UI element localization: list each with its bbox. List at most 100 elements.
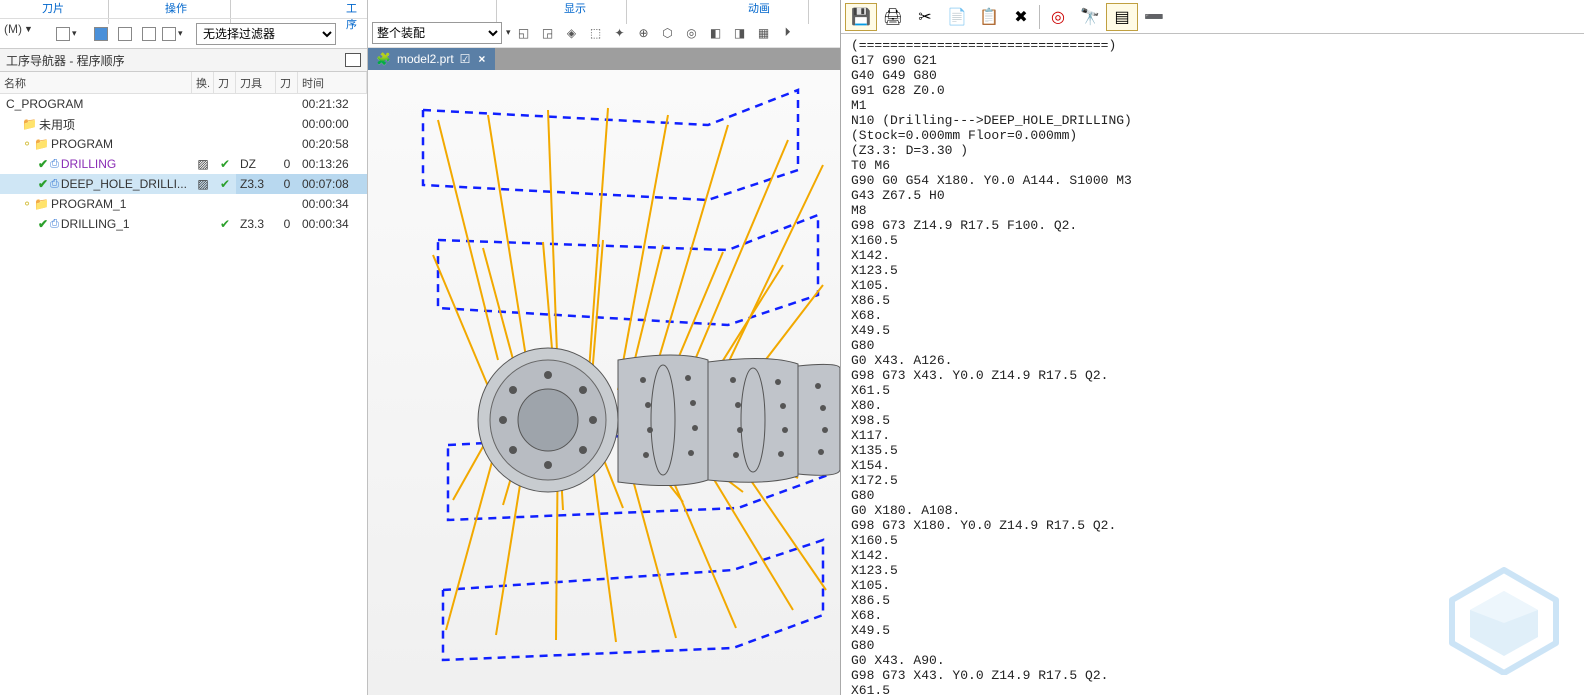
vp-icon-11[interactable]: ▦: [753, 22, 775, 44]
minimize-icon[interactable]: ➖: [1138, 3, 1170, 31]
editor-icon[interactable]: ▤: [1106, 3, 1138, 31]
col-tool2[interactable]: 刀: [276, 72, 298, 93]
tree-cell: ✔: [214, 174, 236, 194]
vp-icon-2[interactable]: ◲: [537, 22, 559, 44]
viewport-tab-bar: 🧩 model2.prt ☑ ×: [368, 48, 840, 70]
copy-icon[interactable]: 📄: [941, 3, 973, 31]
tree-cell: [236, 94, 276, 114]
save-icon[interactable]: 💾: [845, 3, 877, 31]
viewport-tab-model2[interactable]: 🧩 model2.prt ☑ ×: [368, 48, 495, 70]
viewport-3d[interactable]: [368, 70, 840, 695]
assembly-caret-icon: ▾: [506, 27, 511, 38]
tab-close-icon[interactable]: ×: [476, 52, 487, 66]
tree-row[interactable]: ✔⎙DRILLING_1 ✔Z3.3000:00:34: [0, 214, 367, 234]
vp-icon-12[interactable]: ⏵: [777, 22, 799, 44]
tree-cell: DZ: [236, 154, 276, 174]
vp-icon-7[interactable]: ⬡: [657, 22, 679, 44]
ribbon-tab-display[interactable]: 显示: [564, 0, 586, 16]
tree-name-cell: ✔⎙DRILLING: [0, 154, 192, 174]
tree-cell: [192, 214, 214, 234]
navigator-title: 工序导航器 - 程序顺序: [6, 52, 125, 69]
tree-name-cell: ✔⎙DEEP_HOLE_DRILLI...: [0, 174, 192, 194]
tree-row[interactable]: 📁未用项00:00:00: [0, 114, 367, 134]
tab-label: model2.prt: [397, 52, 454, 66]
tree-header: 名称 换. 刀 刀具 刀 时间: [0, 72, 367, 94]
tree-cell: 00:21:32: [298, 94, 367, 114]
tree-cell: 0: [276, 154, 298, 174]
tree-cell: 00:00:34: [298, 214, 367, 234]
cut-icon[interactable]: ✂: [909, 3, 941, 31]
pane-menu-icon[interactable]: [345, 53, 361, 67]
tree-cell: [192, 194, 214, 214]
vp-icon-8[interactable]: ◎: [681, 22, 703, 44]
center-ribbon-labels: 显示 动画: [368, 0, 840, 16]
toolbar-icon-4[interactable]: [138, 23, 160, 45]
vp-icon-3[interactable]: ◈: [561, 22, 583, 44]
tree-row[interactable]: ✔⎙DEEP_HOLE_DRILLI...▨✔Z3.3000:07:08: [0, 174, 367, 194]
tree-cell: 00:13:26: [298, 154, 367, 174]
ribbon-tab-tool[interactable]: 刀片: [42, 0, 64, 16]
tree-row[interactable]: ⚬📁PROGRAM_100:00:34: [0, 194, 367, 214]
center-pane: 显示 动画 整个装配 ▾ ◱ ◲ ◈ ⬚ ✦ ⊕ ⬡ ◎ ◧ ◨ ▦ ⏵ 🧩 m…: [368, 0, 840, 695]
vp-icon-4[interactable]: ⬚: [585, 22, 607, 44]
target-icon[interactable]: ◎: [1042, 3, 1074, 31]
col-time[interactable]: 时间: [298, 72, 367, 93]
col-tool[interactable]: 刀具: [236, 72, 276, 93]
tree-cell: 0: [276, 174, 298, 194]
vp-icon-1[interactable]: ◱: [513, 22, 535, 44]
toolbar-icon-5[interactable]: ▾: [162, 23, 194, 45]
tree-cell: [276, 194, 298, 214]
vp-icon-5[interactable]: ✦: [609, 22, 631, 44]
tree-cell: [214, 194, 236, 214]
vp-icon-10[interactable]: ◨: [729, 22, 751, 44]
filter-select[interactable]: 无选择过滤器: [196, 23, 336, 45]
col-tool-sym[interactable]: 刀: [214, 72, 236, 93]
tree-cell: [236, 134, 276, 154]
tree-cell: [276, 114, 298, 134]
tree-name-cell: ✔⎙DRILLING_1: [0, 214, 192, 234]
program-navigator-pane: 刀片 操作 工序 (M) ▼ ▾ ▾ 无选择过滤器 工序导航器 - 程序顺序 名…: [0, 0, 368, 695]
tree-cell: 00:00:00: [298, 114, 367, 134]
tree-cell: 00:07:08: [298, 174, 367, 194]
tree-cell: 0: [276, 214, 298, 234]
vp-icon-9[interactable]: ◧: [705, 22, 727, 44]
ribbon-tab-ops[interactable]: 操作: [165, 0, 187, 16]
tree-row[interactable]: ⚬📁PROGRAM00:20:58: [0, 134, 367, 154]
col-name[interactable]: 名称: [0, 72, 192, 93]
tree-name-cell: ⚬📁PROGRAM: [0, 134, 192, 154]
center-toolbar: 整个装配 ▾ ◱ ◲ ◈ ⬚ ✦ ⊕ ⬡ ◎ ◧ ◨ ▦ ⏵: [368, 18, 840, 48]
program-tree[interactable]: C_PROGRAM00:21:32📁未用项00:00:00⚬📁PROGRAM00…: [0, 94, 367, 695]
toolbar-icon-3[interactable]: [114, 23, 136, 45]
tree-row[interactable]: ✔⎙DRILLING▨✔DZ000:13:26: [0, 154, 367, 174]
binoculars-icon[interactable]: 🔭: [1074, 3, 1106, 31]
assembly-select[interactable]: 整个装配: [372, 22, 502, 44]
tree-name-cell: C_PROGRAM: [0, 94, 192, 114]
gcode-toolbar: 💾 🖨 ✂ 📄 📋 ✖ ◎ 🔭 ▤ ➖: [841, 0, 1584, 34]
tree-cell: [192, 94, 214, 114]
print-icon[interactable]: 🖨: [877, 3, 909, 31]
tree-row[interactable]: C_PROGRAM 00:21:32: [0, 94, 367, 114]
tree-cell: ▨: [192, 154, 214, 174]
tree-cell: [214, 114, 236, 134]
tree-name-cell: ⚬📁PROGRAM_1: [0, 194, 192, 214]
col-swap[interactable]: 换.: [192, 72, 214, 93]
paste-icon[interactable]: 📋: [973, 3, 1005, 31]
toolbar-icon-2[interactable]: [90, 23, 112, 45]
tree-cell: ✔: [214, 214, 236, 234]
tree-cell: ✔: [214, 154, 236, 174]
vp-icon-6[interactable]: ⊕: [633, 22, 655, 44]
logo-watermark: [1444, 565, 1564, 675]
model-rendering: [368, 70, 840, 695]
tab-file-icon: 🧩: [376, 52, 391, 66]
toolbar-separator: [1039, 5, 1040, 29]
ribbon-labels: 刀片 操作 工序: [0, 0, 367, 16]
tree-cell: ▨: [192, 174, 214, 194]
tree-cell: [276, 94, 298, 114]
tree-cell: Z3.3: [236, 174, 276, 194]
toolbar-icon-1[interactable]: ▾: [56, 23, 88, 45]
tree-cell: [276, 134, 298, 154]
ribbon-tab-anim[interactable]: 动画: [748, 0, 770, 16]
delete-icon[interactable]: ✖: [1005, 3, 1037, 31]
tree-cell: Z3.3: [236, 214, 276, 234]
tree-cell: [192, 134, 214, 154]
